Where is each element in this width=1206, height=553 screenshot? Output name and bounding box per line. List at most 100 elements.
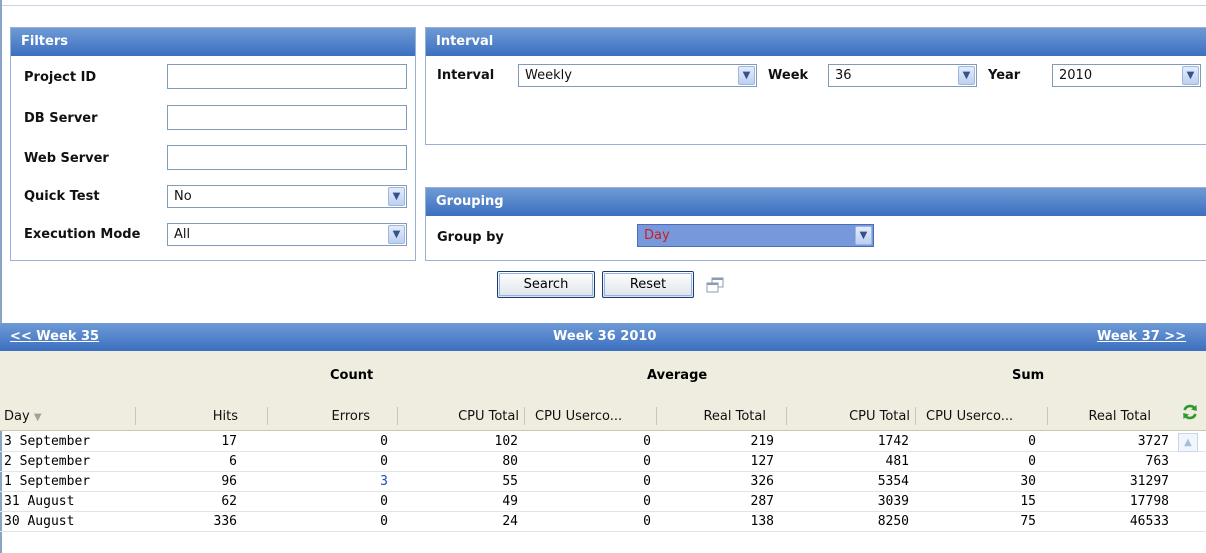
column-header-day-label: Day	[4, 409, 30, 424]
interval-panel: Interval Interval Weekly ▼ Week 36 ▼ Yea…	[425, 27, 1206, 145]
cell-errors: 0	[380, 494, 388, 509]
previous-week-link[interactable]: << Week 35	[10, 329, 99, 344]
column-divider[interactable]	[915, 407, 916, 425]
chevron-down-icon[interactable]: ▼	[388, 225, 405, 244]
chevron-down-icon[interactable]: ▼	[738, 66, 755, 85]
column-header-sum-real-total[interactable]: Real Total	[1088, 409, 1151, 424]
column-header-avg-real-total[interactable]: Real Total	[703, 409, 766, 424]
week-navigation-bar: << Week 35 Week 36 2010 Week 37 >>	[0, 323, 1206, 351]
chevron-down-icon[interactable]: ▼	[855, 226, 872, 245]
cell-day: 3 September	[4, 434, 91, 449]
cell-sum-cpu-usercode: 75	[1020, 514, 1036, 529]
filters-panel: Filters Project ID DB Server Web Server …	[10, 27, 416, 261]
cell-sum-cpu-total: 5354	[877, 474, 909, 489]
interval-label: Interval	[437, 68, 495, 83]
interval-select[interactable]: Weekly ▼	[518, 64, 757, 87]
column-divider[interactable]	[786, 407, 787, 425]
top-divider	[0, 5, 1206, 6]
cell-avg-cpu-total: 55	[502, 474, 518, 489]
column-header-sum-cpu-total[interactable]: CPU Total	[849, 409, 910, 424]
cell-day: 1 September	[4, 474, 91, 489]
column-divider[interactable]	[656, 407, 657, 425]
cell-avg-real-total: 219	[750, 434, 774, 449]
column-header-day[interactable]: Day ▼	[4, 409, 42, 424]
column-divider[interactable]	[267, 407, 268, 425]
popout-icon[interactable]	[706, 277, 724, 293]
cell-avg-cpu-usercode: 0	[643, 454, 651, 469]
cell-avg-real-total: 138	[750, 514, 774, 529]
db-server-input[interactable]	[167, 105, 407, 130]
week-label: Week	[768, 68, 809, 83]
cell-errors-link[interactable]: 3	[380, 474, 388, 489]
cell-sum-cpu-total: 8250	[877, 514, 909, 529]
week-select[interactable]: 36 ▼	[828, 64, 977, 87]
reset-button[interactable]: Reset	[602, 271, 694, 298]
project-id-input[interactable]	[167, 64, 407, 89]
cell-errors: 0	[380, 434, 388, 449]
column-divider[interactable]	[135, 407, 136, 425]
quick-test-label: Quick Test	[24, 189, 100, 204]
group-by-select[interactable]: Day ▼	[637, 224, 874, 247]
column-divider[interactable]	[397, 407, 398, 425]
cell-sum-real-total: 763	[1145, 454, 1169, 469]
cell-hits: 62	[221, 494, 237, 509]
column-divider[interactable]	[1047, 407, 1048, 425]
column-header-errors[interactable]: Errors	[332, 409, 370, 424]
chevron-down-icon[interactable]: ▼	[958, 66, 975, 85]
table-row[interactable]: 1 September 96 3 55 0 326 5354 30 31297	[0, 472, 1206, 492]
cell-avg-cpu-total: 102	[494, 434, 518, 449]
table-row[interactable]: 31 August 62 0 49 0 287 3039 15 17798	[0, 492, 1206, 512]
cell-sum-cpu-total: 481	[885, 454, 909, 469]
cell-day: 2 September	[4, 454, 91, 469]
year-label: Year	[988, 68, 1021, 83]
cell-sum-cpu-usercode: 30	[1020, 474, 1036, 489]
cell-avg-real-total: 326	[750, 474, 774, 489]
grouping-panel: Grouping Group by Day ▼	[425, 187, 1206, 261]
chevron-down-icon[interactable]: ▼	[1182, 66, 1199, 85]
column-header-hits[interactable]: Hits	[213, 409, 238, 424]
year-select[interactable]: 2010 ▼	[1052, 64, 1201, 87]
table-row[interactable]: 30 August 336 0 24 0 138 8250 75 46533	[0, 512, 1206, 532]
refresh-icon[interactable]	[1181, 403, 1199, 421]
column-header-avg-cpu-total[interactable]: CPU Total	[458, 409, 519, 424]
group-sum: Sum	[1012, 368, 1045, 383]
cell-sum-real-total: 17798	[1129, 494, 1169, 509]
column-header-sum-cpu-usercode[interactable]: CPU Userco...	[926, 409, 1013, 424]
column-group-header: Count Average Sum	[0, 351, 1206, 401]
search-button[interactable]: Search	[497, 271, 595, 298]
column-divider[interactable]	[524, 407, 525, 425]
cell-avg-cpu-usercode: 0	[643, 474, 651, 489]
project-id-label: Project ID	[24, 70, 97, 85]
scroll-up-arrow-icon[interactable]: ▲	[1178, 433, 1198, 452]
cell-hits: 96	[221, 474, 237, 489]
column-header-avg-cpu-usercode[interactable]: CPU Userco...	[535, 409, 622, 424]
week-value: 36	[835, 68, 852, 83]
chevron-down-icon[interactable]: ▼	[388, 187, 405, 206]
cell-avg-real-total: 127	[750, 454, 774, 469]
cell-avg-cpu-total: 49	[502, 494, 518, 509]
cell-hits: 17	[221, 434, 237, 449]
cell-sum-cpu-usercode: 0	[1028, 454, 1036, 469]
execution-mode-select[interactable]: All ▼	[167, 223, 407, 246]
cell-avg-cpu-usercode: 0	[643, 514, 651, 529]
cell-sum-cpu-usercode: 0	[1028, 434, 1036, 449]
next-week-link[interactable]: Week 37 >>	[1097, 329, 1186, 344]
table-row[interactable]: 2 September 6 0 80 0 127 481 0 763	[0, 452, 1206, 472]
table-row[interactable]: 3 September 17 0 102 0 219 1742 0 3727	[0, 432, 1206, 452]
web-server-input[interactable]	[167, 145, 407, 170]
quick-test-select[interactable]: No ▼	[167, 185, 407, 208]
year-value: 2010	[1059, 68, 1093, 83]
filters-panel-title: Filters	[11, 28, 415, 56]
sort-desc-icon[interactable]: ▼	[34, 412, 42, 423]
cell-sum-real-total: 31297	[1129, 474, 1169, 489]
cell-errors: 0	[380, 514, 388, 529]
cell-sum-real-total: 46533	[1129, 514, 1169, 529]
cell-avg-real-total: 287	[750, 494, 774, 509]
db-server-label: DB Server	[24, 111, 98, 126]
interval-value: Weekly	[525, 68, 572, 83]
group-count: Count	[330, 368, 374, 383]
current-week-title: Week 36 2010	[553, 329, 657, 344]
group-by-label: Group by	[437, 230, 504, 245]
cell-day: 31 August	[4, 494, 75, 509]
cell-hits: 6	[229, 454, 237, 469]
